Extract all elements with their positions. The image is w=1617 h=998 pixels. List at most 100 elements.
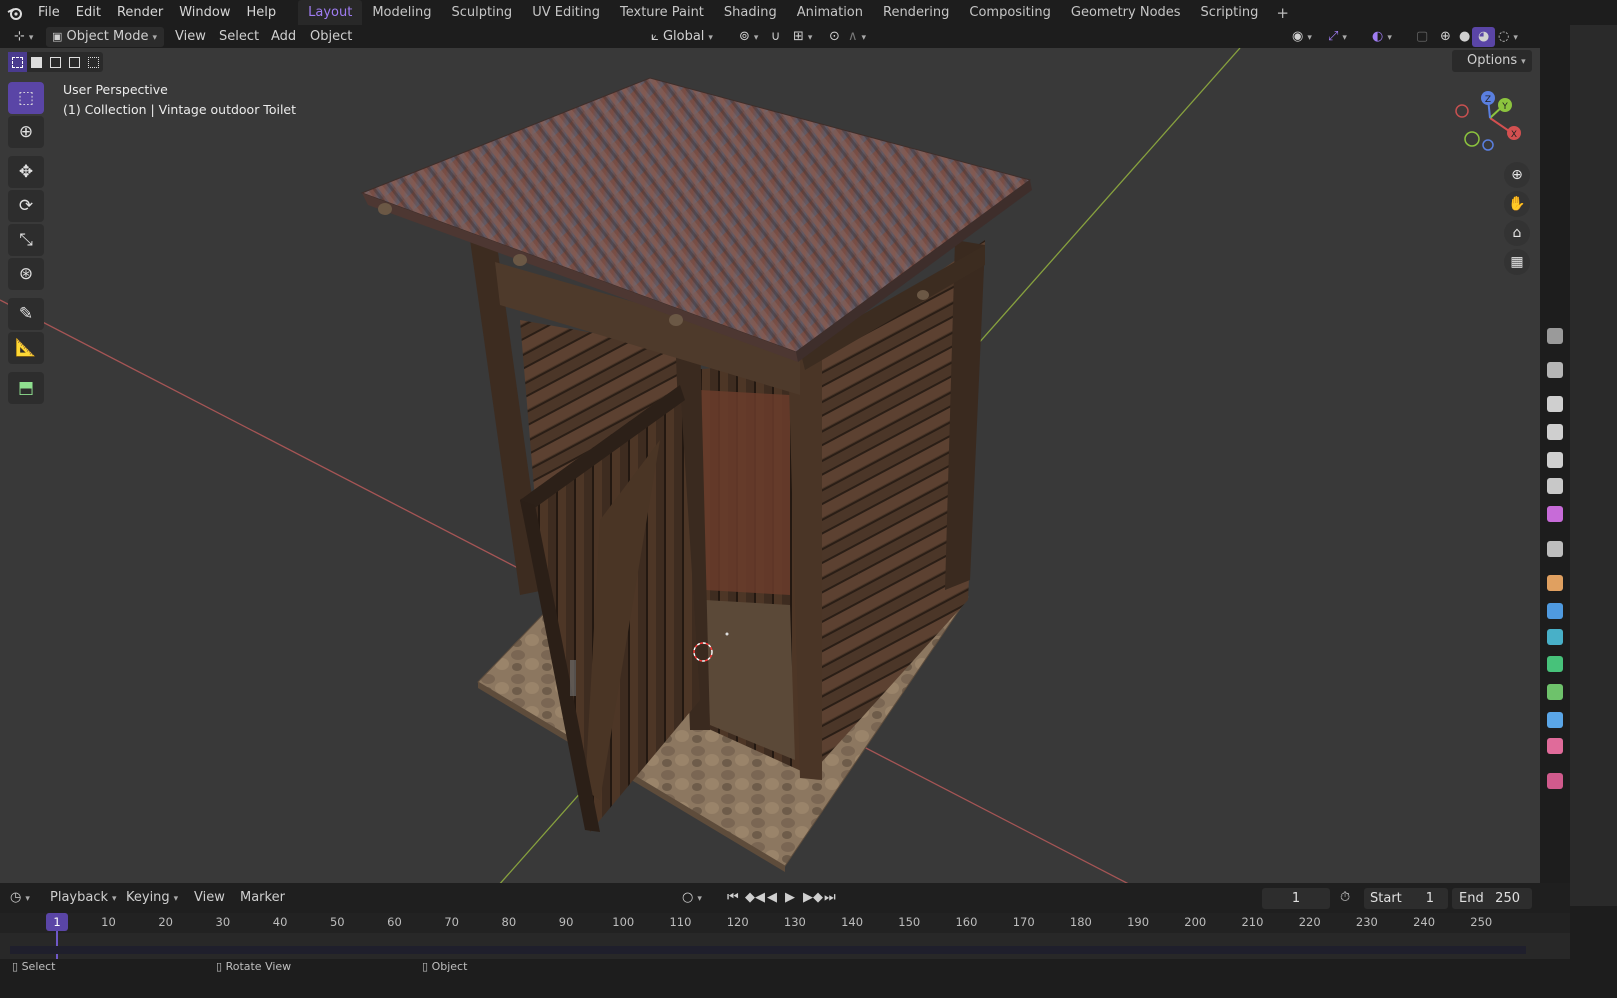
tool-annotate[interactable]: ✎	[8, 298, 44, 330]
menu-edit[interactable]: Edit	[68, 0, 109, 25]
ortho-toggle-button[interactable]: ▦	[1504, 249, 1530, 275]
xray-toggle-button[interactable]: ▢	[1410, 27, 1434, 47]
use-preview-range-button[interactable]: ⏱	[1340, 890, 1350, 905]
blender-logo-icon[interactable]	[0, 0, 30, 25]
transform-orientation-dropdown[interactable]: ⟀ Global ▾	[645, 27, 719, 47]
marker-menu[interactable]: Marker	[240, 890, 285, 905]
modifier-wrench-icon[interactable]	[1547, 603, 1563, 619]
select-subtract-button[interactable]	[46, 52, 65, 72]
timeline-scrollbar[interactable]	[10, 946, 1526, 954]
camera-view-button[interactable]: ⌂	[1504, 220, 1530, 246]
tool-transform[interactable]: ⊛	[8, 258, 44, 290]
tab-compositing[interactable]: Compositing	[959, 0, 1061, 25]
world-properties-icon[interactable]	[1547, 506, 1563, 522]
play-button[interactable]: ▶	[785, 890, 795, 905]
next-keyframe-button[interactable]: ▶◆	[803, 890, 823, 905]
menu-object[interactable]: Object	[304, 27, 358, 47]
tool-settings-icon[interactable]	[1547, 328, 1563, 344]
status-select: ▯ Select	[12, 960, 56, 973]
output-properties-icon[interactable]	[1547, 424, 1563, 440]
start-frame-field[interactable]: Start 1	[1364, 888, 1448, 909]
collection-properties-icon[interactable]	[1547, 541, 1563, 557]
timeline-view-menu[interactable]: View	[194, 890, 225, 905]
menu-window[interactable]: Window	[171, 0, 238, 25]
stopwatch-icon: ⏱	[1340, 890, 1351, 905]
add-workspace-plus-icon[interactable]: +	[1268, 4, 1297, 22]
physics-icon[interactable]	[1547, 656, 1563, 672]
tab-scripting[interactable]: Scripting	[1191, 0, 1269, 25]
menu-select[interactable]: Select	[213, 27, 265, 47]
tab-layout[interactable]: Layout	[298, 0, 363, 25]
menu-help[interactable]: Help	[239, 0, 285, 25]
menu-render[interactable]: Render	[109, 0, 171, 25]
tool-cursor[interactable]: ⊕	[8, 116, 44, 148]
prev-keyframe-icon: ◆◀	[745, 890, 765, 905]
tab-sculpting[interactable]: Sculpting	[441, 0, 522, 25]
jump-start-button[interactable]: ⏮	[727, 890, 739, 905]
workspace-tabs: Layout Modeling Sculpting UV Editing Tex…	[298, 0, 1297, 25]
3d-viewport[interactable]: ⬚ ⊕ ✥ ⟳ ⤡ ⊛ ✎ 📐 ⬒ User Perspective (1) C…	[0, 48, 1583, 906]
tool-rotate[interactable]: ⟳	[8, 190, 44, 222]
data-mesh-icon[interactable]	[1547, 712, 1563, 728]
editor-type-icon: ⊹	[14, 29, 25, 44]
frame-tick-label: 220	[1298, 915, 1321, 929]
tool-measure[interactable]: 📐	[8, 332, 44, 364]
snap-target-button[interactable]: ⊞ ▾	[787, 27, 818, 47]
texture-checker-icon[interactable]	[1547, 773, 1563, 789]
timeline-editor-type-button[interactable]: ◷ ▾	[10, 890, 30, 905]
tab-animation[interactable]: Animation	[787, 0, 873, 25]
shading-rendered-button[interactable]: ◌ ▾	[1492, 27, 1524, 47]
editor-type-button[interactable]: ⊹ ▾	[8, 27, 39, 47]
overlays-toggle-button[interactable]: ◐ ▾	[1366, 27, 1398, 47]
tool-scale[interactable]: ⤡	[8, 224, 44, 256]
tab-rendering[interactable]: Rendering	[873, 0, 959, 25]
pan-button[interactable]: ✋	[1504, 191, 1530, 217]
tab-uv-editing[interactable]: UV Editing	[522, 0, 610, 25]
navigation-gizmo[interactable]: X Y Z	[1450, 88, 1530, 158]
jump-start-icon: ⏮	[727, 890, 739, 905]
playback-menu[interactable]: Playback ▾	[50, 890, 117, 905]
tab-modeling[interactable]: Modeling	[362, 0, 441, 25]
menu-file[interactable]: File	[30, 0, 68, 25]
tool-add-cube[interactable]: ⬒	[8, 372, 44, 404]
select-intersect-button[interactable]	[84, 52, 103, 72]
menu-view[interactable]: View	[169, 27, 212, 47]
tool-move[interactable]: ✥	[8, 156, 44, 188]
render-properties-icon[interactable]	[1547, 396, 1563, 412]
material-icon[interactable]	[1547, 738, 1563, 754]
tab-texture-paint[interactable]: Texture Paint	[610, 0, 714, 25]
visibility-button[interactable]: ◉ ▾	[1286, 27, 1318, 47]
tab-shading[interactable]: Shading	[714, 0, 787, 25]
scene-properties-icon[interactable]	[1547, 478, 1563, 494]
tool-select-box[interactable]: ⬚	[8, 82, 44, 114]
select-subtract-icon	[50, 56, 61, 68]
menu-add[interactable]: Add	[265, 27, 302, 47]
jump-end-button[interactable]: ⏭	[824, 890, 836, 905]
keying-menu[interactable]: Keying ▾	[126, 890, 178, 905]
prev-keyframe-button[interactable]: ◆◀	[745, 890, 765, 905]
auto-key-button[interactable]: ○ ▾	[682, 890, 702, 905]
select-new-button[interactable]	[8, 52, 27, 72]
options-dropdown[interactable]: Options ▾	[1452, 50, 1532, 72]
snap-toggle-button[interactable]: ∪	[765, 27, 787, 47]
tab-geometry-nodes[interactable]: Geometry Nodes	[1061, 0, 1191, 25]
tools-icon[interactable]	[1547, 362, 1563, 378]
select-invert-button[interactable]	[65, 52, 84, 72]
object-properties-icon[interactable]	[1547, 575, 1563, 591]
object-mode-dropdown[interactable]: ▣ Object Mode ▾	[46, 27, 164, 47]
zoom-button[interactable]: ⊕	[1504, 162, 1530, 188]
frame-tick-label: 230	[1355, 915, 1378, 929]
falloff-button[interactable]: ∧ ▾	[842, 27, 872, 47]
particles-icon[interactable]	[1547, 629, 1563, 645]
start-value: 1	[1425, 891, 1434, 906]
view-layer-icon[interactable]	[1547, 452, 1563, 468]
end-frame-field[interactable]: End 250	[1452, 888, 1532, 909]
select-extend-button[interactable]	[27, 52, 46, 72]
gizmo-toggle-button[interactable]: ⤢ ▾	[1322, 27, 1353, 47]
pivot-point-button[interactable]: ⊚ ▾	[733, 27, 764, 47]
current-frame-field[interactable]: 1	[1262, 888, 1330, 909]
constraints-icon[interactable]	[1547, 684, 1563, 700]
play-reverse-button[interactable]: ◀	[767, 890, 777, 905]
frame-tick-label: 10	[101, 915, 116, 929]
select-box-icon: ⬚	[17, 88, 35, 108]
